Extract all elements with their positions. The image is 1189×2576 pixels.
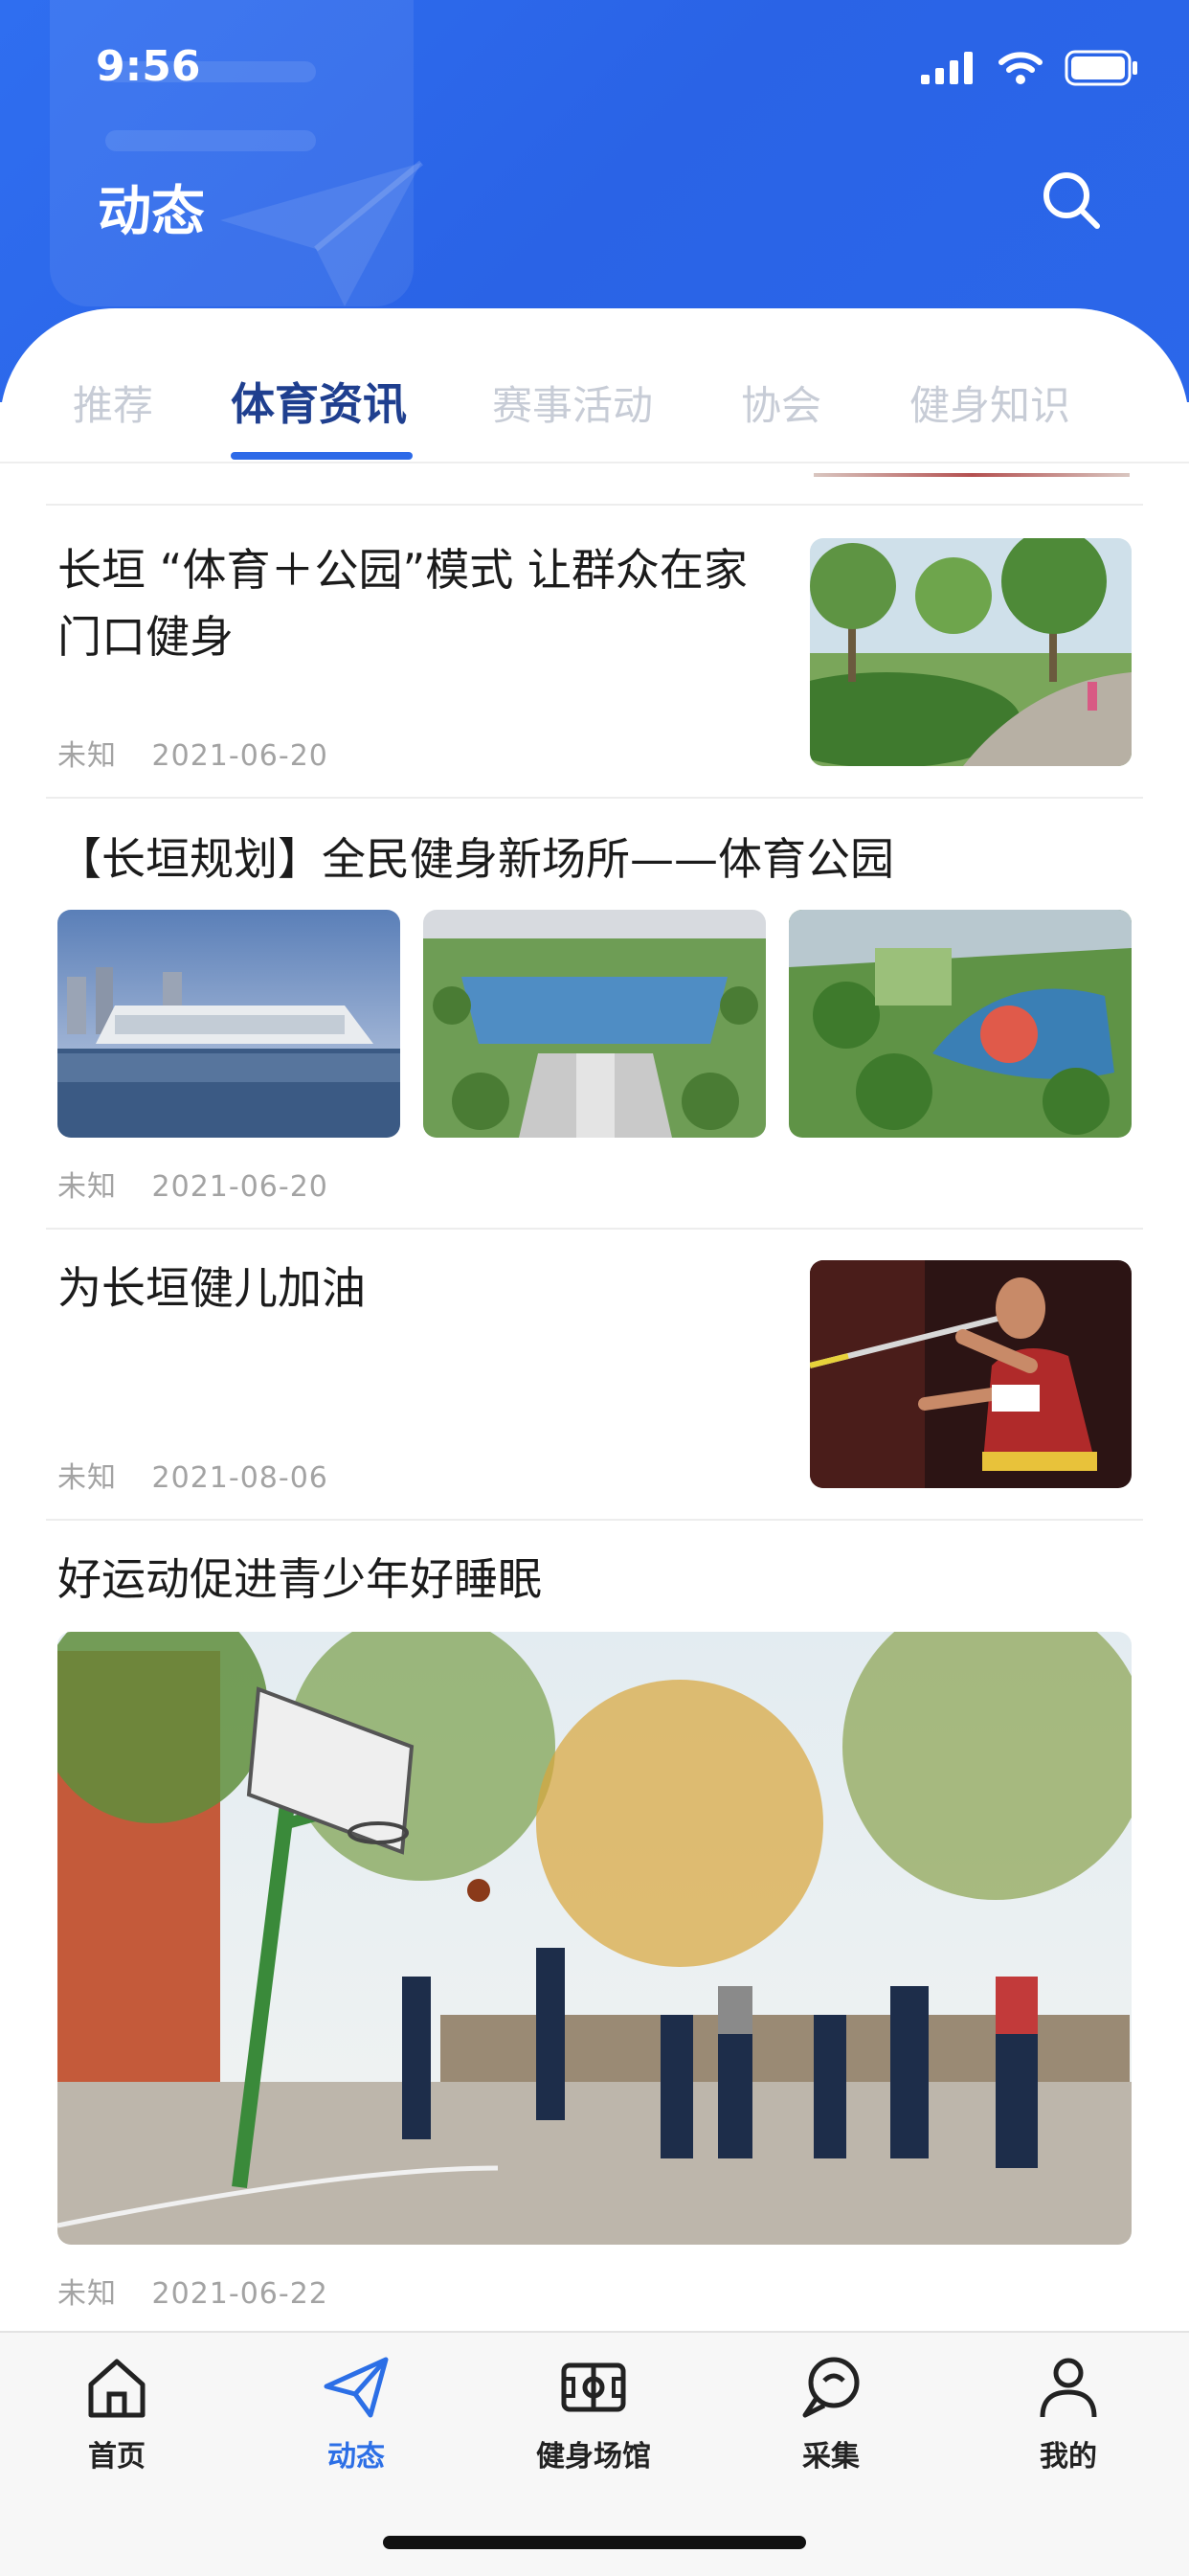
cellular-signal-icon bbox=[921, 52, 973, 84]
news-meta: 未知 2021-06-20 bbox=[57, 1163, 353, 1205]
stadium-render-photo bbox=[57, 910, 400, 1138]
page-title: 动态 bbox=[98, 181, 205, 243]
nav-venues[interactable]: 健身场馆 bbox=[517, 2352, 670, 2474]
news-title: 【长垣规划】全民健身新场所——体育公园 bbox=[57, 833, 894, 885]
basketball-court-photo bbox=[57, 1632, 1132, 2245]
nav-feed[interactable]: 动态 bbox=[280, 2352, 433, 2474]
active-tab-indicator bbox=[231, 452, 413, 460]
news-title: 为长垣健儿加油 bbox=[57, 1262, 366, 1314]
search-icon[interactable] bbox=[1040, 169, 1103, 232]
news-title: 好运动促进青少年好睡眠 bbox=[57, 1553, 542, 1605]
battery-icon bbox=[1065, 50, 1137, 86]
nav-label: 我的 bbox=[1040, 2440, 1097, 2474]
nav-label: 首页 bbox=[88, 2440, 146, 2474]
nav-home[interactable]: 首页 bbox=[40, 2352, 193, 2474]
row-divider bbox=[46, 1228, 1143, 1230]
news-source: 未知 bbox=[57, 1461, 117, 1495]
park-photo bbox=[810, 538, 1132, 766]
news-date: 2021-06-20 bbox=[151, 739, 328, 773]
row-divider bbox=[46, 504, 1143, 506]
nav-label: 健身场馆 bbox=[536, 2440, 651, 2474]
news-image[interactable] bbox=[57, 1632, 1132, 2245]
nav-label: 动态 bbox=[327, 2440, 385, 2474]
news-source: 未知 bbox=[57, 2277, 117, 2311]
nav-collect[interactable]: 采集 bbox=[754, 2352, 908, 2474]
tab-recommend[interactable]: 推荐 bbox=[73, 373, 153, 432]
news-thumbnail[interactable] bbox=[810, 538, 1132, 766]
playground-render-photo bbox=[789, 910, 1132, 1138]
news-thumbnail[interactable] bbox=[57, 910, 400, 1138]
park-aerial-render-photo bbox=[423, 910, 766, 1138]
tab-fitness-knowledge[interactable]: 健身知识 bbox=[909, 373, 1070, 432]
user-icon bbox=[1040, 2358, 1097, 2418]
news-thumbnail[interactable] bbox=[423, 910, 766, 1138]
tab-events[interactable]: 赛事活动 bbox=[492, 373, 653, 432]
news-date: 2021-06-22 bbox=[151, 2277, 328, 2311]
news-thumbnail[interactable] bbox=[789, 910, 1132, 1138]
news-source: 未知 bbox=[57, 1170, 117, 1204]
paper-plane-watermark-icon bbox=[220, 160, 423, 306]
news-date: 2021-06-20 bbox=[151, 1170, 328, 1204]
javelin-athlete-photo bbox=[810, 1260, 1132, 1488]
nav-profile[interactable]: 我的 bbox=[992, 2352, 1145, 2474]
row-divider bbox=[46, 1519, 1143, 1521]
tab-sheet: 推荐 体育资讯 赛事活动 协会 健身知识 bbox=[0, 308, 1189, 463]
news-title-line: 长垣 “体育＋公园”模式 让群众在家 bbox=[57, 544, 748, 596]
category-tabs: 推荐 体育资讯 赛事活动 协会 健身知识 bbox=[0, 308, 1189, 463]
news-thumbnail[interactable] bbox=[810, 1260, 1132, 1488]
home-icon bbox=[88, 2359, 146, 2418]
wifi-icon bbox=[998, 52, 1043, 84]
news-meta: 未知 2021-06-22 bbox=[57, 2270, 353, 2312]
collect-pin-icon bbox=[802, 2357, 860, 2418]
stadium-icon bbox=[561, 2362, 626, 2412]
news-date: 2021-08-06 bbox=[151, 1461, 328, 1495]
news-source: 未知 bbox=[57, 739, 117, 773]
status-time: 9:56 bbox=[96, 42, 201, 91]
header-decoration bbox=[105, 130, 316, 151]
paper-plane-icon bbox=[324, 2357, 389, 2418]
tab-sports-news[interactable]: 体育资讯 bbox=[231, 370, 407, 433]
news-title: 长垣 “体育＋公园”模式 让群众在家 门口健身 bbox=[57, 536, 804, 670]
row-divider bbox=[46, 797, 1143, 799]
news-title-line: 门口健身 bbox=[57, 611, 234, 663]
news-feed[interactable]: 长垣 “体育＋公园”模式 让群众在家 门口健身 未知 2021-06-20 【长… bbox=[0, 463, 1189, 2331]
tab-association[interactable]: 协会 bbox=[741, 373, 821, 432]
status-icons bbox=[921, 50, 1139, 86]
news-meta: 未知 2021-06-20 bbox=[57, 732, 353, 774]
news-meta: 未知 2021-08-06 bbox=[57, 1454, 353, 1496]
nav-label: 采集 bbox=[802, 2440, 860, 2474]
previous-item-peek bbox=[814, 473, 1130, 477]
home-indicator bbox=[383, 2536, 806, 2549]
